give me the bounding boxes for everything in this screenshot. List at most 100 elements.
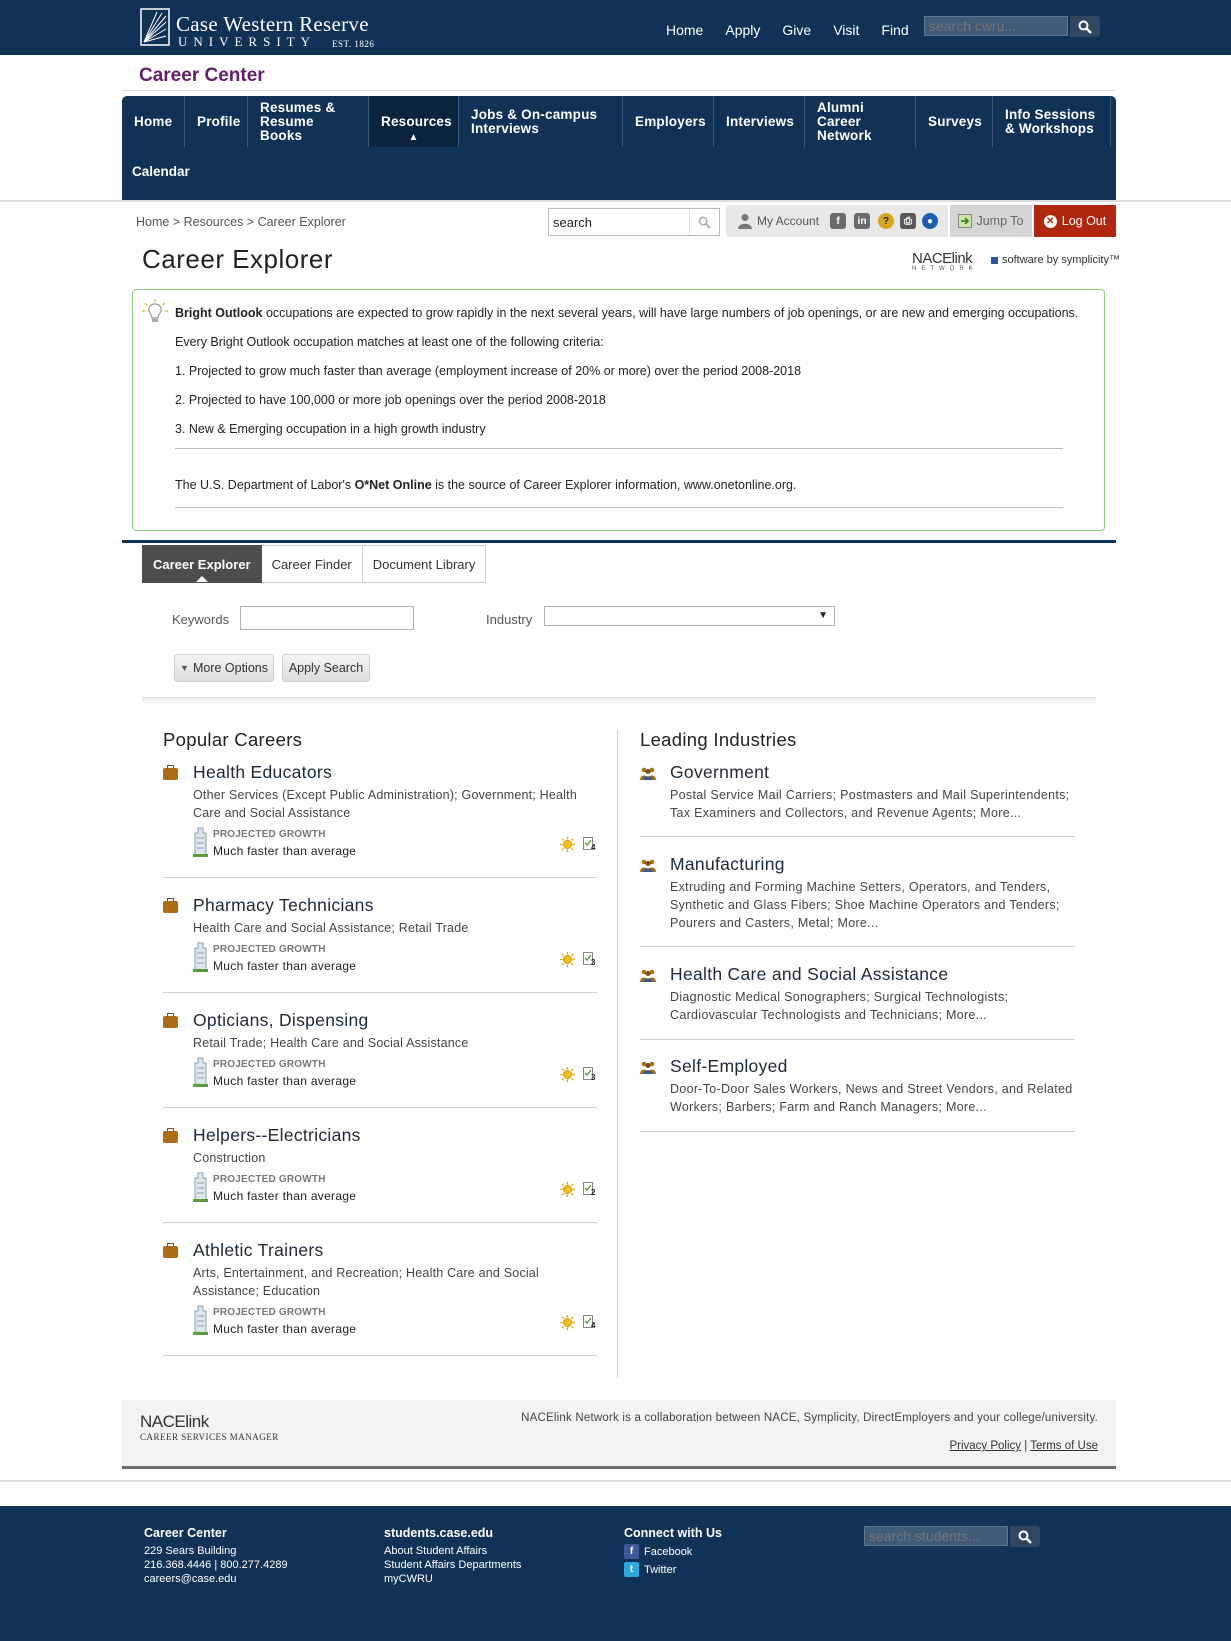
nacelink-footer: NACElink CAREER SERVICES MANAGER NACElin… [122,1400,1116,1468]
log-out-button[interactable]: ✕ Log Out [1034,205,1116,237]
footer-link[interactable]: myCWRU [384,1572,521,1586]
breadcrumb[interactable]: Home > Resources > Career Explorer [136,215,346,229]
footer-connect: Connect with Us f Facebook t Twitter [624,1526,722,1577]
facebook-icon[interactable]: f [830,213,846,229]
projected-growth-value: Much faster than average [213,1322,357,1336]
projected-growth-label: PROJECTED GROWTH [213,1307,326,1318]
divider [640,836,1075,837]
documents-badge[interactable]: 4 [583,837,596,852]
career-item: Helpers--Electricians Construction PROJE… [163,1125,597,1241]
briefcase-icon [163,1128,178,1143]
building-growth-icon [193,1305,208,1335]
jump-to-button[interactable]: Jump To [950,205,1032,237]
projected-growth-label: PROJECTED GROWTH [213,829,326,840]
my-account-link[interactable]: My Account [738,213,819,229]
site-search-input[interactable] [553,213,683,231]
documents-badge[interactable]: 4 [583,1315,596,1330]
industry-name[interactable]: Government [670,762,769,783]
linkedin-icon[interactable]: in [854,213,870,229]
univ-nav-visit[interactable]: Visit [833,22,859,38]
nav-resources-label: Resources [381,113,452,129]
tab-career-finder[interactable]: Career Finder [261,545,363,583]
more-options-label: More Options [192,661,268,675]
more-options-button[interactable]: ▼ More Options [174,654,274,682]
site-search [548,208,720,236]
apply-search-button[interactable]: Apply Search [282,654,370,682]
site-search-button[interactable] [689,209,719,235]
privacy-policy-link[interactable]: Privacy Policy [949,1440,1021,1452]
accessibility-icon[interactable]: ● [922,213,938,229]
people-group-icon [640,1061,656,1074]
briefcase-icon [163,1013,178,1028]
univ-search-button[interactable] [1070,16,1100,37]
print-icon[interactable]: ⎙ [900,213,916,229]
univ-nav-home[interactable]: Home [666,22,703,38]
career-name[interactable]: Helpers--Electricians [193,1125,361,1146]
footer-twitter-link[interactable]: t Twitter [624,1562,722,1577]
utility-tools: My Account f in ? ⎙ ● [726,205,948,237]
tab-career-explorer[interactable]: Career Explorer [142,545,262,583]
industry-name[interactable]: Self-Employed [670,1056,788,1077]
tab-career-explorer-label: Career Explorer [153,556,251,572]
active-tab-notch-icon [195,576,208,582]
facebook-label: Facebook [644,1545,693,1558]
univ-nav-find[interactable]: Find [881,22,908,38]
footer-search-input[interactable] [864,1526,1008,1546]
documents-badge[interactable]: 2 [583,1182,596,1197]
site-title[interactable]: Career Center [139,65,265,87]
footer-search-button[interactable] [1010,1526,1040,1547]
bright-outlook-sun-icon[interactable] [560,1315,575,1330]
nav-alumni[interactable]: Alumni Career Network [805,96,916,147]
my-account-label: My Account [757,214,820,228]
nav-employers[interactable]: Employers [623,96,714,147]
footer-heading[interactable]: students.case.edu [384,1526,521,1540]
career-name[interactable]: Athletic Trainers [193,1240,324,1261]
bright-outlook-sun-icon[interactable] [560,1182,575,1197]
univ-nav-give[interactable]: Give [782,22,811,38]
career-name[interactable]: Pharmacy Technicians [193,895,374,916]
univ-nav-apply[interactable]: Apply [725,22,760,38]
university-est: EST. 1826 [332,39,375,49]
nav-info-sessions[interactable]: Info Sessions & Workshops [993,96,1111,147]
industry-name[interactable]: Health Care and Social Assistance [670,964,948,985]
nav-jobs[interactable]: Jobs & On-campus Interviews [459,96,623,147]
popular-careers-title: Popular Careers [163,729,303,750]
nav-home[interactable]: Home [122,96,185,147]
univ-search-input[interactable] [924,16,1068,36]
nav-interviews[interactable]: Interviews [714,96,805,147]
keywords-input[interactable] [240,606,414,630]
divider [0,200,1231,202]
industry-jobs: Extruding and Forming Machine Setters, O… [670,880,1060,930]
help-icon[interactable]: ? [878,213,894,229]
divider [122,540,1116,543]
divider [163,1355,597,1356]
documents-count: 4 [591,843,596,852]
briefcase-icon [163,898,178,913]
nav-profile[interactable]: Profile [185,96,248,147]
projected-growth-label: PROJECTED GROWTH [213,944,326,955]
industry-select[interactable]: ▼ [544,606,835,626]
footer-link[interactable]: About Student Affairs [384,1544,521,1558]
footer-link[interactable]: Student Affairs Departments [384,1558,521,1572]
footer-facebook-link[interactable]: f Facebook [624,1544,722,1559]
nav-resumes[interactable]: Resumes & Resume Books [248,96,369,147]
bright-outlook-label[interactable]: Bright Outlook [175,306,263,320]
terms-of-use-link[interactable]: Terms of Use [1030,1440,1098,1452]
nav-calendar[interactable]: Calendar [132,164,190,179]
university-logo[interactable]: Case Western Reserve UNIVERSITY EST. 182… [140,8,380,49]
tab-document-library[interactable]: Document Library [362,545,487,583]
bright-outlook-sun-icon[interactable] [560,837,575,852]
career-name[interactable]: Health Educators [193,762,332,783]
nav-surveys[interactable]: Surveys [916,96,993,147]
documents-badge[interactable]: 3 [583,952,596,967]
industry-name[interactable]: Manufacturing [670,854,785,875]
footer-email-link[interactable]: careers@case.edu [144,1572,288,1586]
career-item: Pharmacy Technicians Health Care and Soc… [163,895,597,1011]
career-name[interactable]: Opticians, Dispensing [193,1010,369,1031]
nav-resources[interactable]: Resources ▲ [369,96,459,147]
documents-badge[interactable]: 3 [583,1067,596,1082]
bright-outlook-sun-icon[interactable] [560,952,575,967]
bright-outlook-sun-icon[interactable] [560,1067,575,1082]
univ-search [924,16,1100,38]
lightbulb-icon [142,299,168,322]
